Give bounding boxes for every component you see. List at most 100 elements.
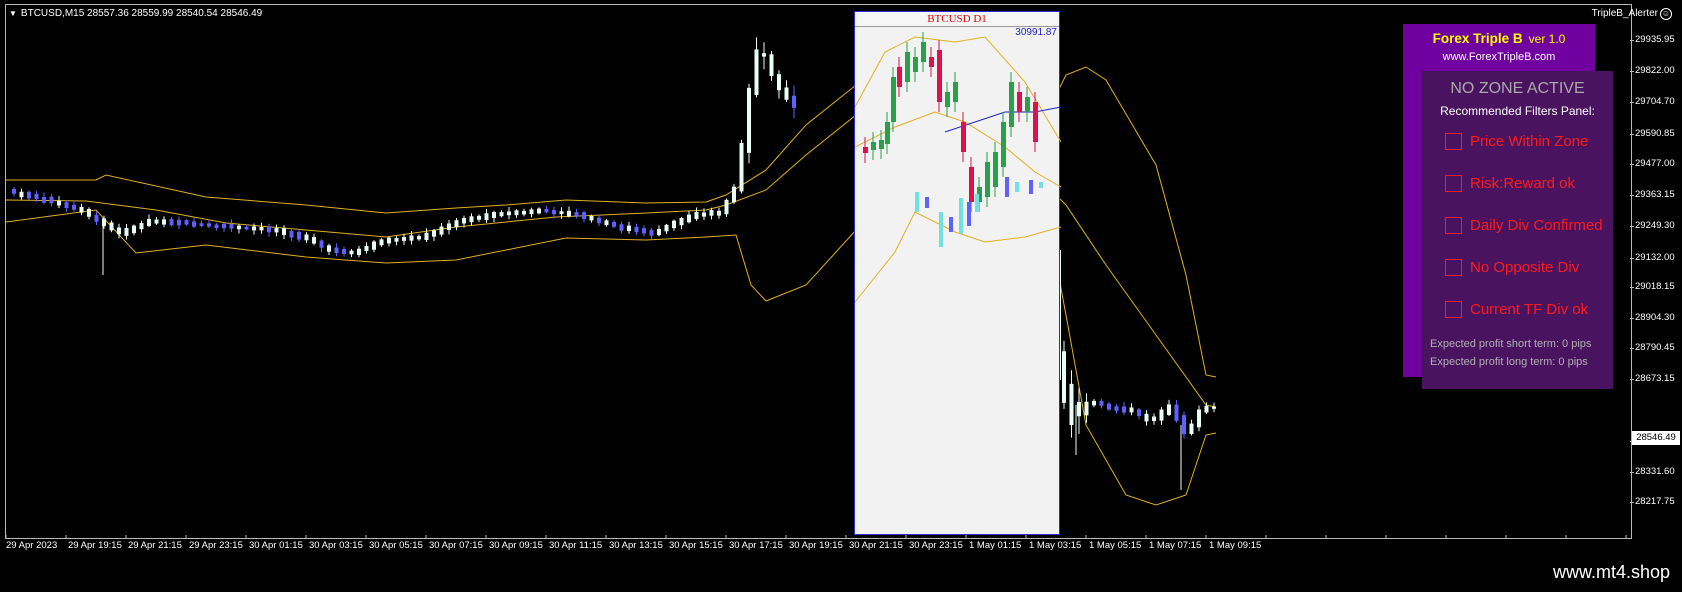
price-tick: 28790.45 [1630, 342, 1675, 353]
candle-body [267, 226, 271, 233]
time-tick: 30 Apr 15:15 [669, 540, 723, 551]
candle-body [604, 220, 609, 226]
candle-body [379, 239, 384, 246]
time-tick: 29 Apr 21:15 [128, 540, 182, 551]
candle-body [139, 223, 144, 230]
time-tick: 1 May 07:15 [1149, 540, 1202, 551]
candle-body [679, 217, 684, 226]
candle-body [597, 217, 601, 224]
price-tick: 29018.15 [1630, 281, 1675, 292]
candle-body [672, 220, 676, 229]
candle-body [1152, 416, 1156, 422]
candle-body [192, 221, 196, 227]
checkbox[interactable] [1445, 217, 1462, 234]
d1-overlay-candle [975, 194, 979, 212]
d1-candle-body [993, 152, 998, 187]
time-tick: 1 May 05:15 [1089, 540, 1142, 551]
time-tick: 30 Apr 01:15 [249, 540, 303, 551]
symbol-quote-text: BTCUSD,M15 28557.36 28559.99 28540.54 28… [20, 8, 263, 19]
time-tick: 30 Apr 17:15 [729, 540, 783, 551]
checkbox[interactable] [1445, 175, 1462, 192]
d1-candle-body [1033, 102, 1038, 142]
candle-body [222, 223, 226, 229]
dropdown-arrow-icon[interactable]: ▼ [9, 9, 17, 18]
filter-label: Risk:Reward ok [1470, 175, 1576, 192]
d1-mini-chart: BTCUSD D1 30991.87 [854, 11, 1061, 535]
filter-label: Price Within Zone [1470, 133, 1589, 150]
d1-overlay-candle [925, 197, 929, 208]
d1-overlay-candle [967, 202, 971, 226]
candle-body [1062, 351, 1066, 403]
candlestick-chart[interactable] [6, 5, 1631, 538]
d1-candle-body [937, 50, 942, 102]
time-tick: 1 May 03:15 [1029, 540, 1082, 551]
price-tick: 29822.00 [1630, 65, 1675, 76]
checkbox[interactable] [1445, 259, 1462, 276]
candle-body [372, 241, 376, 250]
d1-candle-body [1009, 82, 1014, 127]
candle-body [522, 210, 526, 215]
time-axis[interactable]: 29 Apr 2023 29 Apr 19:15 29 Apr 21:15 29 Ap… [5, 538, 1632, 554]
d1-candle-body [1025, 97, 1030, 112]
filter-label: Current TF Div ok [1470, 301, 1589, 318]
candle-body [1122, 406, 1126, 413]
filters-title: Recommended Filters Panel: [1440, 104, 1595, 118]
candle-body [169, 219, 174, 226]
time-tick: 30 Apr 21:15 [849, 540, 903, 551]
candle-body [754, 49, 759, 95]
candle-body [289, 230, 294, 238]
candle-body [49, 196, 54, 204]
candle-body [42, 196, 46, 203]
candle-body [1159, 409, 1164, 421]
candle-body [394, 238, 399, 242]
candle-body [1204, 405, 1209, 413]
candle-body [544, 209, 549, 213]
price-tick: 28217.75 [1630, 496, 1675, 507]
candle-body [1174, 404, 1179, 421]
candle-body [177, 219, 181, 226]
candle-body [34, 193, 39, 199]
candle-body [79, 206, 84, 213]
candle-body [619, 224, 624, 231]
candle-body [319, 240, 324, 248]
candle-body [207, 223, 211, 227]
candle-body [732, 186, 736, 203]
watermark: www.mt4.shop [1552, 562, 1670, 582]
candle-body [259, 227, 264, 231]
time-tick: 29 Apr 2023 [6, 540, 58, 551]
candle-body [507, 211, 511, 216]
d1-candle-body [961, 122, 966, 152]
price-chart[interactable] [5, 4, 1632, 539]
time-tick: 30 Apr 11:15 [549, 540, 603, 551]
candle-body [1107, 403, 1111, 410]
filter-label: No Opposite Div [1470, 259, 1580, 276]
candle-body [87, 209, 91, 217]
candle-body [1137, 409, 1141, 416]
panel-title-text: Forex Triple B [1432, 31, 1523, 46]
candle-body [769, 54, 774, 76]
d1-lower-band [855, 211, 1061, 303]
candle-body [477, 215, 481, 220]
candle-body [612, 222, 616, 227]
zone-status: NO ZONE ACTIVE [1450, 80, 1585, 97]
candle-body [657, 228, 661, 236]
d1-candle-body [879, 140, 884, 149]
candle-body [244, 226, 249, 230]
candle-body [154, 219, 159, 224]
checkbox[interactable] [1445, 133, 1462, 150]
candle-body [739, 142, 744, 192]
candle-body [454, 220, 459, 228]
price-axis[interactable]: 29935.95 29822.00 29704.70 29590.85 29477.00… [1630, 4, 1682, 537]
candle-body [492, 212, 496, 219]
checkbox[interactable] [1445, 301, 1462, 318]
candle-body [439, 226, 444, 235]
candle-body [274, 228, 279, 233]
d1-candle-body [1017, 92, 1022, 112]
profit-short-term: Expected profit short term: 0 pips [1430, 338, 1592, 350]
candle-body [784, 87, 789, 100]
candle-body [124, 228, 129, 236]
candle-body [237, 225, 241, 230]
candle-body [552, 210, 556, 215]
price-tick: 28673.15 [1630, 373, 1675, 384]
candle-body [717, 210, 721, 216]
